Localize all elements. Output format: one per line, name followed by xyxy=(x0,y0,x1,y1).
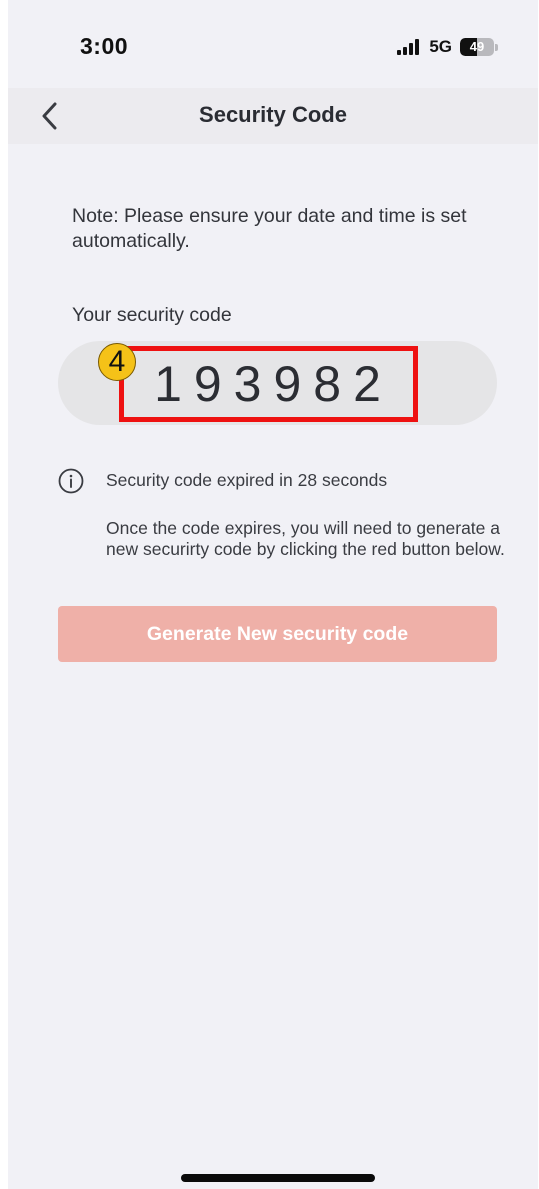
home-indicator[interactable] xyxy=(181,1174,375,1182)
help-text: Once the code expires, you will need to … xyxy=(106,518,505,559)
battery-icon: 49 xyxy=(460,38,494,56)
note-text: Note: Please ensure your date and time i… xyxy=(72,205,467,252)
screen-content: 3:00 5G 49 Security Code Note: Please en… xyxy=(8,0,538,1189)
generate-code-button[interactable]: Generate New security code xyxy=(58,606,497,662)
code-label: Your security code xyxy=(72,304,232,326)
nav-header: Security Code xyxy=(8,88,538,144)
expiry-text: Security code expired in 28 seconds xyxy=(106,470,388,490)
app-screen: 3:00 5G 49 Security Code Note: Please en… xyxy=(0,0,539,1189)
page-title: Security Code xyxy=(199,102,347,127)
status-indicators: 5G 49 xyxy=(397,36,498,58)
info-icon xyxy=(58,468,84,494)
battery-level: 49 xyxy=(469,39,485,54)
network-label: 5G xyxy=(429,37,452,56)
signal-icon xyxy=(397,39,420,55)
highlight-box xyxy=(119,346,418,422)
status-bar: 3:00 5G 49 xyxy=(8,0,538,88)
battery-cap xyxy=(495,43,498,51)
step-badge: 4 xyxy=(98,343,136,381)
status-time: 3:00 xyxy=(80,33,129,59)
